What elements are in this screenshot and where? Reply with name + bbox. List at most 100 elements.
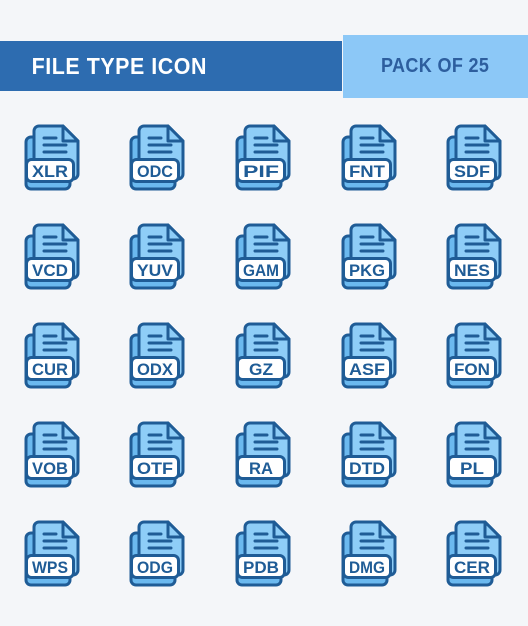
file-corner-fold bbox=[166, 520, 185, 538]
file-type-icon-cell[interactable]: NES bbox=[422, 207, 528, 306]
file-corner-fold bbox=[483, 124, 502, 142]
file-type-icon-cell[interactable]: FNT bbox=[317, 108, 423, 207]
file-icon-yuv[interactable]: YUV bbox=[127, 220, 189, 294]
file-icon-pdb[interactable]: PDB bbox=[233, 517, 295, 591]
file-icon-wps[interactable]: WPS bbox=[22, 517, 84, 591]
file-extension-text: PIF bbox=[243, 162, 279, 181]
file-icon-pkg[interactable]: PKG bbox=[339, 220, 401, 294]
file-type-icon-cell[interactable]: ODX bbox=[106, 306, 212, 405]
file-icon-odx[interactable]: ODX bbox=[127, 319, 189, 393]
file-icon-pif[interactable]: PIF bbox=[233, 121, 295, 195]
file-extension-text: WPS bbox=[32, 558, 68, 577]
file-corner-fold bbox=[483, 322, 502, 340]
file-type-icon-cell[interactable]: GAM bbox=[211, 207, 317, 306]
file-extension-text: VOB bbox=[32, 459, 68, 478]
file-corner-fold bbox=[61, 421, 80, 439]
file-type-icon-cell[interactable]: WPS bbox=[0, 504, 106, 603]
file-type-icon-cell[interactable]: RA bbox=[211, 405, 317, 504]
file-extension-text: SDF bbox=[454, 162, 490, 181]
header-banner: FILE TYPE ICON PACK OF 25 bbox=[0, 35, 528, 98]
file-type-icon-cell[interactable]: ASF bbox=[317, 306, 423, 405]
file-type-icon-cell[interactable]: YUV bbox=[106, 207, 212, 306]
file-type-icon-cell[interactable]: PIF bbox=[211, 108, 317, 207]
file-icon-odg[interactable]: ODG bbox=[127, 517, 189, 591]
file-type-icon-cell[interactable]: PL bbox=[422, 405, 528, 504]
file-icon-gam[interactable]: GAM bbox=[233, 220, 295, 294]
page-title: FILE TYPE ICON bbox=[31, 52, 208, 79]
file-extension-text: FNT bbox=[349, 162, 386, 181]
file-corner-fold bbox=[166, 322, 185, 340]
file-extension-text: DTD bbox=[349, 459, 385, 478]
file-type-icon-cell[interactable]: ODG bbox=[106, 504, 212, 603]
file-corner-fold bbox=[378, 322, 397, 340]
file-type-icon-cell[interactable]: XLR bbox=[0, 108, 106, 207]
file-extension-text: ODX bbox=[137, 360, 174, 379]
file-extension-text: GZ bbox=[249, 360, 273, 379]
file-type-icon-cell[interactable]: PDB bbox=[211, 504, 317, 603]
file-extension-text: PL bbox=[460, 459, 484, 478]
file-icon-vob[interactable]: VOB bbox=[22, 418, 84, 492]
file-corner-fold bbox=[378, 421, 397, 439]
file-corner-fold bbox=[272, 124, 291, 142]
file-corner-fold bbox=[378, 124, 397, 142]
file-icon-sdf[interactable]: SDF bbox=[444, 121, 506, 195]
file-corner-fold bbox=[483, 223, 502, 241]
file-type-icon-cell[interactable]: CER bbox=[422, 504, 528, 603]
file-icon-fon[interactable]: FON bbox=[444, 319, 506, 393]
file-corner-fold bbox=[272, 421, 291, 439]
file-extension-text: ASF bbox=[349, 360, 385, 379]
file-type-icon-cell[interactable]: VCD bbox=[0, 207, 106, 306]
file-corner-fold bbox=[483, 520, 502, 538]
file-type-icon-cell[interactable]: OTF bbox=[106, 405, 212, 504]
file-corner-fold bbox=[272, 322, 291, 340]
file-corner-fold bbox=[272, 520, 291, 538]
file-icon-xlr[interactable]: XLR bbox=[22, 121, 84, 195]
file-corner-fold bbox=[166, 124, 185, 142]
file-icon-odc[interactable]: ODC bbox=[127, 121, 189, 195]
file-icon-nes[interactable]: NES bbox=[444, 220, 506, 294]
file-extension-text: VCD bbox=[32, 261, 68, 280]
file-extension-text: XLR bbox=[32, 162, 68, 181]
file-extension-text: DMG bbox=[349, 558, 385, 577]
file-extension-text: PDB bbox=[243, 558, 279, 577]
file-type-icon-cell[interactable]: FON bbox=[422, 306, 528, 405]
file-corner-fold bbox=[61, 124, 80, 142]
file-corner-fold bbox=[61, 223, 80, 241]
header-title-bar: FILE TYPE ICON bbox=[0, 41, 342, 91]
file-type-icon-cell[interactable]: DMG bbox=[317, 504, 423, 603]
file-corner-fold bbox=[483, 421, 502, 439]
file-extension-text: RA bbox=[249, 459, 273, 478]
file-type-icon-cell[interactable]: DTD bbox=[317, 405, 423, 504]
file-icon-dmg[interactable]: DMG bbox=[339, 517, 401, 591]
file-extension-text: FON bbox=[454, 360, 490, 379]
file-icon-cur[interactable]: CUR bbox=[22, 319, 84, 393]
file-type-icon-cell[interactable]: SDF bbox=[422, 108, 528, 207]
file-icon-vcd[interactable]: VCD bbox=[22, 220, 84, 294]
file-type-icon-cell[interactable]: ODC bbox=[106, 108, 212, 207]
file-type-icon-cell[interactable]: CUR bbox=[0, 306, 106, 405]
file-icon-cer[interactable]: CER bbox=[444, 517, 506, 591]
file-icon-dtd[interactable]: DTD bbox=[339, 418, 401, 492]
file-icon-gz[interactable]: GZ bbox=[233, 319, 295, 393]
file-corner-fold bbox=[166, 223, 185, 241]
file-extension-text: GAM bbox=[243, 261, 279, 280]
file-extension-text: NES bbox=[454, 261, 490, 280]
pack-badge: PACK OF 25 bbox=[343, 35, 528, 98]
file-icon-asf[interactable]: ASF bbox=[339, 319, 401, 393]
file-extension-text: YUV bbox=[137, 261, 174, 280]
file-extension-text: ODC bbox=[137, 162, 173, 181]
pack-badge-label: PACK OF 25 bbox=[381, 55, 490, 77]
file-type-icon-cell[interactable]: PKG bbox=[317, 207, 423, 306]
file-corner-fold bbox=[272, 223, 291, 241]
file-type-icon-cell[interactable]: GZ bbox=[211, 306, 317, 405]
file-corner-fold bbox=[378, 223, 397, 241]
file-icon-pl[interactable]: PL bbox=[444, 418, 506, 492]
file-icon-fnt[interactable]: FNT bbox=[339, 121, 401, 195]
file-corner-fold bbox=[166, 421, 185, 439]
file-corner-fold bbox=[61, 520, 80, 538]
file-extension-text: PKG bbox=[349, 261, 385, 280]
file-type-icon-grid: XLR ODC PIF FNT SDF VCD YUV GAM PKG NES CUR ODX GZ AS… bbox=[0, 108, 528, 603]
file-type-icon-cell[interactable]: VOB bbox=[0, 405, 106, 504]
file-icon-otf[interactable]: OTF bbox=[127, 418, 189, 492]
file-icon-ra[interactable]: RA bbox=[233, 418, 295, 492]
